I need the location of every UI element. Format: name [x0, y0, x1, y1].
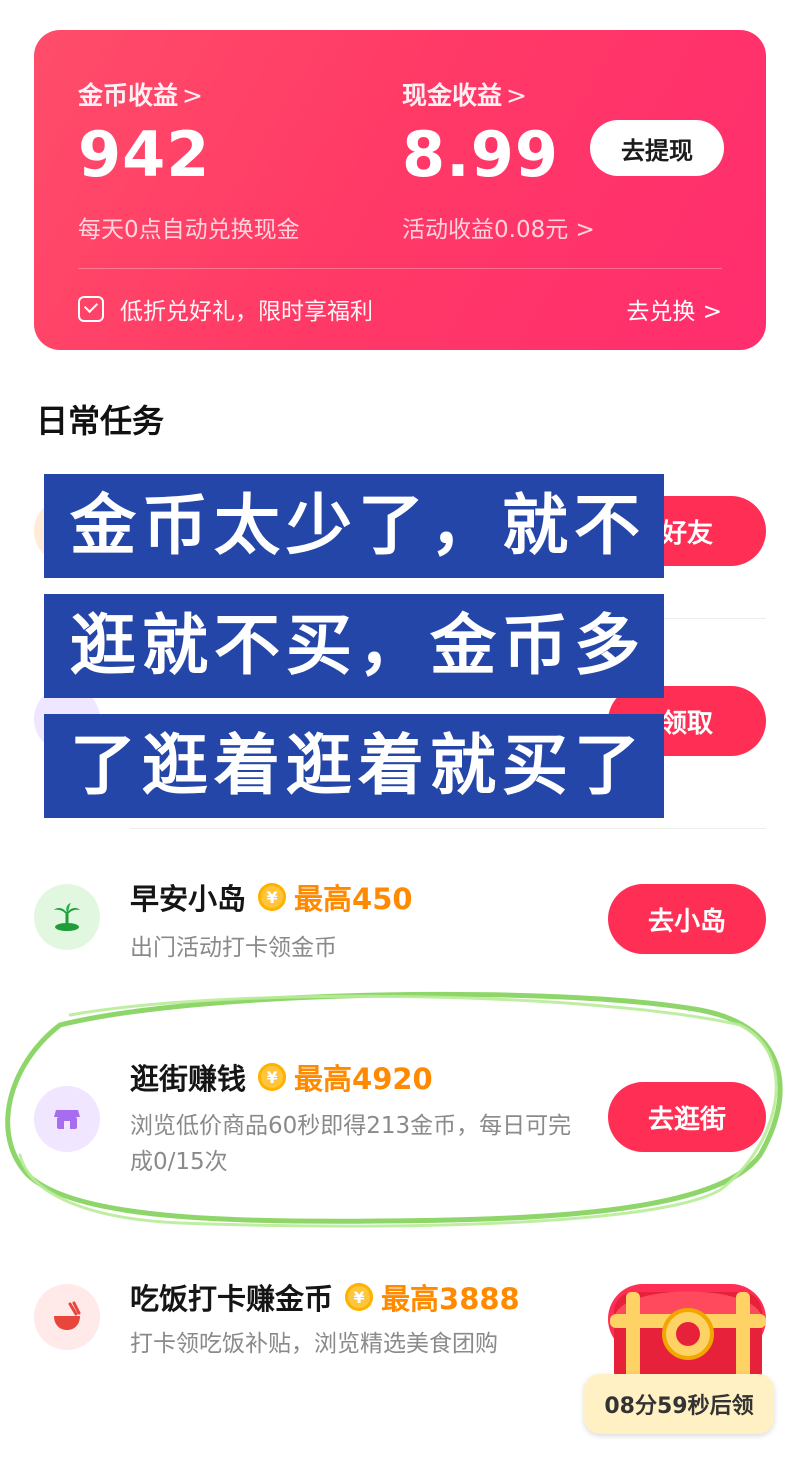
coin-earnings-note: 每天0点自动兑换现金	[78, 217, 300, 243]
task-description: 浏览低价商品60秒即得213金币，每日可完成0/15次	[130, 1113, 572, 1175]
go-island-button[interactable]: 去小岛	[608, 884, 766, 954]
palm-tree-icon	[34, 884, 100, 950]
coin-earnings-value: 942	[78, 118, 211, 191]
promo-text: 低折兑好礼，限时享福利	[120, 299, 373, 325]
task-description: 出门活动打卡领金币	[130, 935, 337, 961]
overlay-caption-line-3: 了逛着逛着就买了	[44, 714, 664, 818]
task-max-reward: 最高450	[294, 882, 413, 916]
coin-icon: ¥	[345, 1283, 374, 1311]
coin-icon: ¥	[258, 883, 287, 911]
shop-icon	[34, 1086, 100, 1152]
cash-earnings-value: 8.99	[402, 118, 559, 191]
cash-earnings-label[interactable]: 现金收益 >	[402, 76, 527, 112]
coin-icon: ¥	[258, 1063, 287, 1091]
task-title: 早安小岛 ¥ 最高450	[130, 876, 413, 918]
withdraw-button[interactable]: 去提现	[590, 120, 724, 176]
chest-countdown[interactable]: 08分59秒后领	[584, 1374, 774, 1434]
overlay-caption-line-2: 逛就不买，金币多	[44, 594, 664, 698]
task-title: 逛街赚钱 ¥ 最高4920	[130, 1056, 433, 1098]
coin-earnings-label[interactable]: 金币收益 >	[78, 76, 203, 112]
task-description: 打卡领吃饭补贴，浏览精选美食团购	[130, 1331, 498, 1357]
chevron-right-icon: >	[702, 299, 722, 325]
activity-earnings-link[interactable]: 活动收益0.08元 >	[402, 210, 595, 244]
chevron-right-icon: >	[575, 217, 595, 243]
go-shopping-button[interactable]: 去逛街	[608, 1082, 766, 1152]
card-divider	[78, 268, 722, 269]
redeem-link[interactable]: 去兑换 >	[626, 292, 722, 326]
earnings-card: 金币收益 > 942 每天0点自动兑换现金 现金收益 > 8.99 活动收益0.08…	[34, 30, 766, 350]
chevron-right-icon: >	[506, 81, 527, 110]
bowl-icon	[34, 1284, 100, 1350]
overlay-caption-line-1: 金币太少了，就不	[44, 474, 664, 578]
row-divider	[130, 828, 766, 829]
promo-banner[interactable]: 低折兑好礼，限时享福利	[78, 292, 373, 326]
section-title: 日常任务	[36, 402, 165, 440]
task-max-reward: 最高3888	[381, 1282, 520, 1316]
task-max-reward: 最高4920	[294, 1062, 433, 1096]
task-title: 吃饭打卡赚金币 ¥ 最高3888	[130, 1276, 520, 1318]
gift-bag-icon	[78, 296, 104, 322]
chevron-right-icon: >	[182, 81, 203, 110]
